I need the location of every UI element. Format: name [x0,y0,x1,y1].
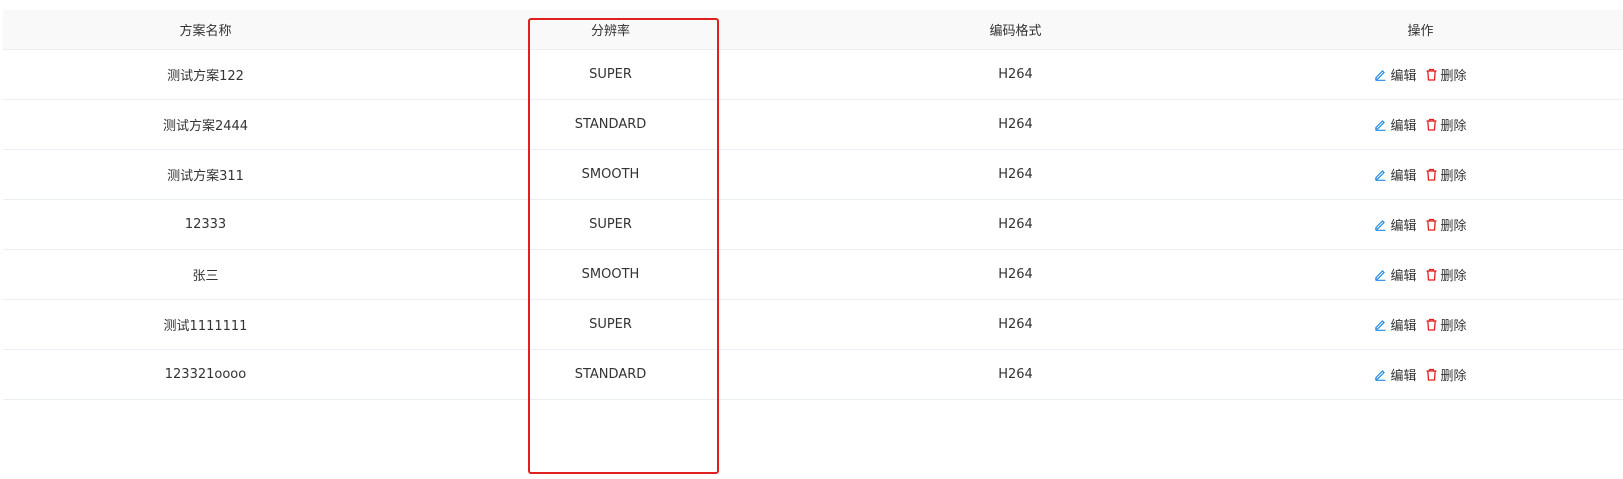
edit-label: 编辑 [1390,68,1417,84]
delete-button[interactable]: 删除 [1425,215,1467,234]
delete-button[interactable]: 删除 [1425,65,1467,84]
column-header-scheme-name: 方案名称 [3,10,408,50]
edit-icon [1374,68,1387,81]
trash-icon [1425,218,1438,231]
edit-button[interactable]: 编辑 [1374,215,1417,234]
edit-button[interactable]: 编辑 [1374,315,1417,334]
table-row: 测试方案2444 STANDARD H264 编辑 删除 [3,99,1623,150]
delete-button[interactable]: 删除 [1425,315,1467,334]
table-body: 测试方案122 SUPER H264 编辑 删除 测试方案2444 STANDA… [3,49,1623,400]
edit-label: 编辑 [1390,168,1417,184]
table-row: 张三 SMOOTH H264 编辑 删除 [3,249,1623,300]
cell-resolution: SUPER [408,49,813,100]
cell-actions: 编辑 删除 [1218,99,1623,150]
column-header-resolution: 分辨率 [408,10,813,50]
delete-label: 删除 [1440,168,1467,184]
cell-scheme-name: 123321oooo [3,349,408,400]
row-actions: 编辑 删除 [1374,265,1467,284]
cell-scheme-name: 12333 [3,199,408,250]
scheme-table-container: 方案名称 分辨率 编码格式 操作 测试方案122 SUPER H264 编辑 删… [3,10,1623,400]
table-row: 测试方案122 SUPER H264 编辑 删除 [3,49,1623,100]
cell-codec: H264 [813,199,1218,250]
edit-label: 编辑 [1390,118,1417,134]
delete-button[interactable]: 删除 [1425,365,1467,384]
cell-codec: H264 [813,349,1218,400]
edit-label: 编辑 [1390,368,1417,384]
cell-codec: H264 [813,49,1218,100]
cell-actions: 编辑 删除 [1218,199,1623,250]
trash-icon [1425,318,1438,331]
table-header: 方案名称 分辨率 编码格式 操作 [3,10,1623,50]
trash-icon [1425,268,1438,281]
delete-button[interactable]: 删除 [1425,115,1467,134]
edit-label: 编辑 [1390,268,1417,284]
edit-icon [1374,118,1387,131]
trash-icon [1425,118,1438,131]
row-actions: 编辑 删除 [1374,165,1467,184]
trash-icon [1425,368,1438,381]
trash-icon [1425,68,1438,81]
cell-resolution: SUPER [408,199,813,250]
edit-icon [1374,218,1387,231]
cell-codec: H264 [813,299,1218,350]
edit-label: 编辑 [1390,218,1417,234]
cell-resolution: STANDARD [408,349,813,400]
row-actions: 编辑 删除 [1374,65,1467,84]
edit-icon [1374,168,1387,181]
trash-icon [1425,168,1438,181]
edit-button[interactable]: 编辑 [1374,65,1417,84]
cell-actions: 编辑 删除 [1218,299,1623,350]
edit-button[interactable]: 编辑 [1374,265,1417,284]
delete-label: 删除 [1440,218,1467,234]
delete-label: 删除 [1440,68,1467,84]
cell-codec: H264 [813,249,1218,300]
row-actions: 编辑 删除 [1374,115,1467,134]
column-header-actions: 操作 [1218,10,1623,50]
table-header-row: 方案名称 分辨率 编码格式 操作 [3,10,1623,50]
cell-codec: H264 [813,99,1218,150]
cell-scheme-name: 测试方案122 [3,49,408,100]
column-header-codec: 编码格式 [813,10,1218,50]
delete-label: 删除 [1440,268,1467,284]
edit-button[interactable]: 编辑 [1374,165,1417,184]
cell-scheme-name: 测试方案2444 [3,99,408,150]
cell-actions: 编辑 删除 [1218,249,1623,300]
edit-label: 编辑 [1390,318,1417,334]
cell-resolution: SUPER [408,299,813,350]
cell-resolution: SMOOTH [408,149,813,200]
edit-button[interactable]: 编辑 [1374,365,1417,384]
delete-label: 删除 [1440,368,1467,384]
cell-actions: 编辑 删除 [1218,49,1623,100]
edit-icon [1374,368,1387,381]
row-actions: 编辑 删除 [1374,315,1467,334]
row-actions: 编辑 删除 [1374,365,1467,384]
cell-codec: H264 [813,149,1218,200]
delete-label: 删除 [1440,118,1467,134]
delete-label: 删除 [1440,318,1467,334]
cell-resolution: STANDARD [408,99,813,150]
table-row: 测试1111111 SUPER H264 编辑 删除 [3,299,1623,350]
delete-button[interactable]: 删除 [1425,165,1467,184]
cell-scheme-name: 测试1111111 [3,299,408,350]
cell-resolution: SMOOTH [408,249,813,300]
table-row: 测试方案311 SMOOTH H264 编辑 删除 [3,149,1623,200]
cell-scheme-name: 测试方案311 [3,149,408,200]
scheme-table: 方案名称 分辨率 编码格式 操作 测试方案122 SUPER H264 编辑 删… [3,10,1623,400]
edit-icon [1374,268,1387,281]
cell-actions: 编辑 删除 [1218,349,1623,400]
table-row: 123321oooo STANDARD H264 编辑 删除 [3,349,1623,400]
table-row: 12333 SUPER H264 编辑 删除 [3,199,1623,250]
edit-icon [1374,318,1387,331]
edit-button[interactable]: 编辑 [1374,115,1417,134]
row-actions: 编辑 删除 [1374,215,1467,234]
cell-scheme-name: 张三 [3,249,408,300]
delete-button[interactable]: 删除 [1425,265,1467,284]
cell-actions: 编辑 删除 [1218,149,1623,200]
